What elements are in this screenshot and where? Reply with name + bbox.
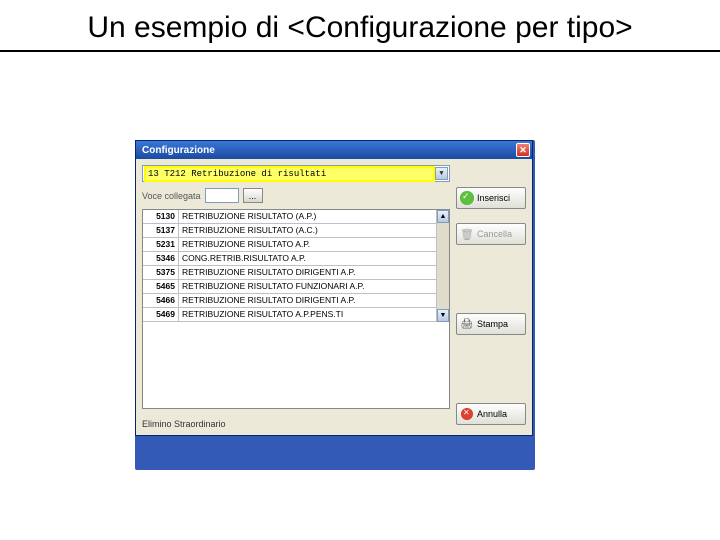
row-desc: RETRIBUZIONE RISULTATO FUNZIONARI A.P. [179,280,436,293]
table-row[interactable]: 5137RETRIBUZIONE RISULTATO (A.C.) [143,224,436,238]
cancel-button[interactable]: Annulla [456,403,526,425]
voce-label: Voce collegata [142,191,201,201]
table-row[interactable]: 5231RETRIBUZIONE RISULTATO A.P. [143,238,436,252]
titlebar: Configurazione ✕ [136,141,532,159]
row-desc: RETRIBUZIONE RISULTATO A.P. [179,238,436,251]
insert-button[interactable]: Inserisci [456,187,526,209]
table-row[interactable]: 5375RETRIBUZIONE RISULTATO DIRIGENTI A.P… [143,266,436,280]
footer-label: Elimino Straordinario [142,415,450,429]
lookup-button[interactable]: ... [243,188,263,203]
row-desc: RETRIBUZIONE RISULTATO (A.P.) [179,210,436,223]
combo-selected-value: 13 T212 Retribuzione di risultati [146,168,433,180]
window-title: Configurazione [142,145,215,156]
row-code: 5231 [143,238,179,251]
delete-button[interactable]: 🗑 Cancella [456,223,526,245]
close-icon: ✕ [519,145,527,156]
delete-label: Cancella [477,229,512,239]
row-code: 5137 [143,224,179,237]
row-desc: CONG.RETRIB.RISULTATO A.P. [179,252,436,265]
table-row[interactable]: 5469RETRIBUZIONE RISULTATO A.P.PENS.TI [143,308,436,322]
voce-input[interactable] [205,188,239,203]
close-button[interactable]: ✕ [516,143,530,157]
type-combobox[interactable]: 13 T212 Retribuzione di risultati ▼ [142,165,450,182]
printer-icon: 🖨 [460,317,474,331]
table-row[interactable]: 5466RETRIBUZIONE RISULTATO DIRIGENTI A.P… [143,294,436,308]
table-row[interactable]: 5465RETRIBUZIONE RISULTATO FUNZIONARI A.… [143,280,436,294]
table-row[interactable]: 5346CONG.RETRIB.RISULTATO A.P. [143,252,436,266]
slide-title: Un esempio di <Configurazione per tipo> [0,0,720,52]
cancel-icon [460,407,474,421]
row-desc: RETRIBUZIONE RISULTATO A.P.PENS.TI [179,308,436,321]
scroll-track[interactable] [437,223,449,309]
scroll-down-icon[interactable]: ▼ [437,309,449,322]
print-button[interactable]: 🖨 Stampa [456,313,526,335]
voci-table[interactable]: 5130RETRIBUZIONE RISULTATO (A.P.)5137RET… [142,209,450,409]
trash-icon: 🗑 [460,227,474,241]
row-code: 5346 [143,252,179,265]
cancel-label: Annulla [477,409,507,419]
check-icon [460,191,474,205]
scrollbar[interactable]: ▲ ▼ [436,210,449,322]
print-label: Stampa [477,319,508,329]
row-desc: RETRIBUZIONE RISULTATO DIRIGENTI A.P. [179,266,436,279]
row-code: 5375 [143,266,179,279]
row-code: 5466 [143,294,179,307]
row-code: 5130 [143,210,179,223]
row-code: 5465 [143,280,179,293]
chevron-down-icon[interactable]: ▼ [435,167,448,180]
scroll-up-icon[interactable]: ▲ [437,210,449,223]
row-code: 5469 [143,308,179,321]
row-desc: RETRIBUZIONE RISULTATO DIRIGENTI A.P. [179,294,436,307]
row-desc: RETRIBUZIONE RISULTATO (A.C.) [179,224,436,237]
app-background: Configurazione ✕ 13 T212 Retribuzione di… [135,140,535,470]
insert-label: Inserisci [477,193,510,203]
table-row[interactable]: 5130RETRIBUZIONE RISULTATO (A.P.) [143,210,436,224]
config-window: Configurazione ✕ 13 T212 Retribuzione di… [135,140,533,436]
